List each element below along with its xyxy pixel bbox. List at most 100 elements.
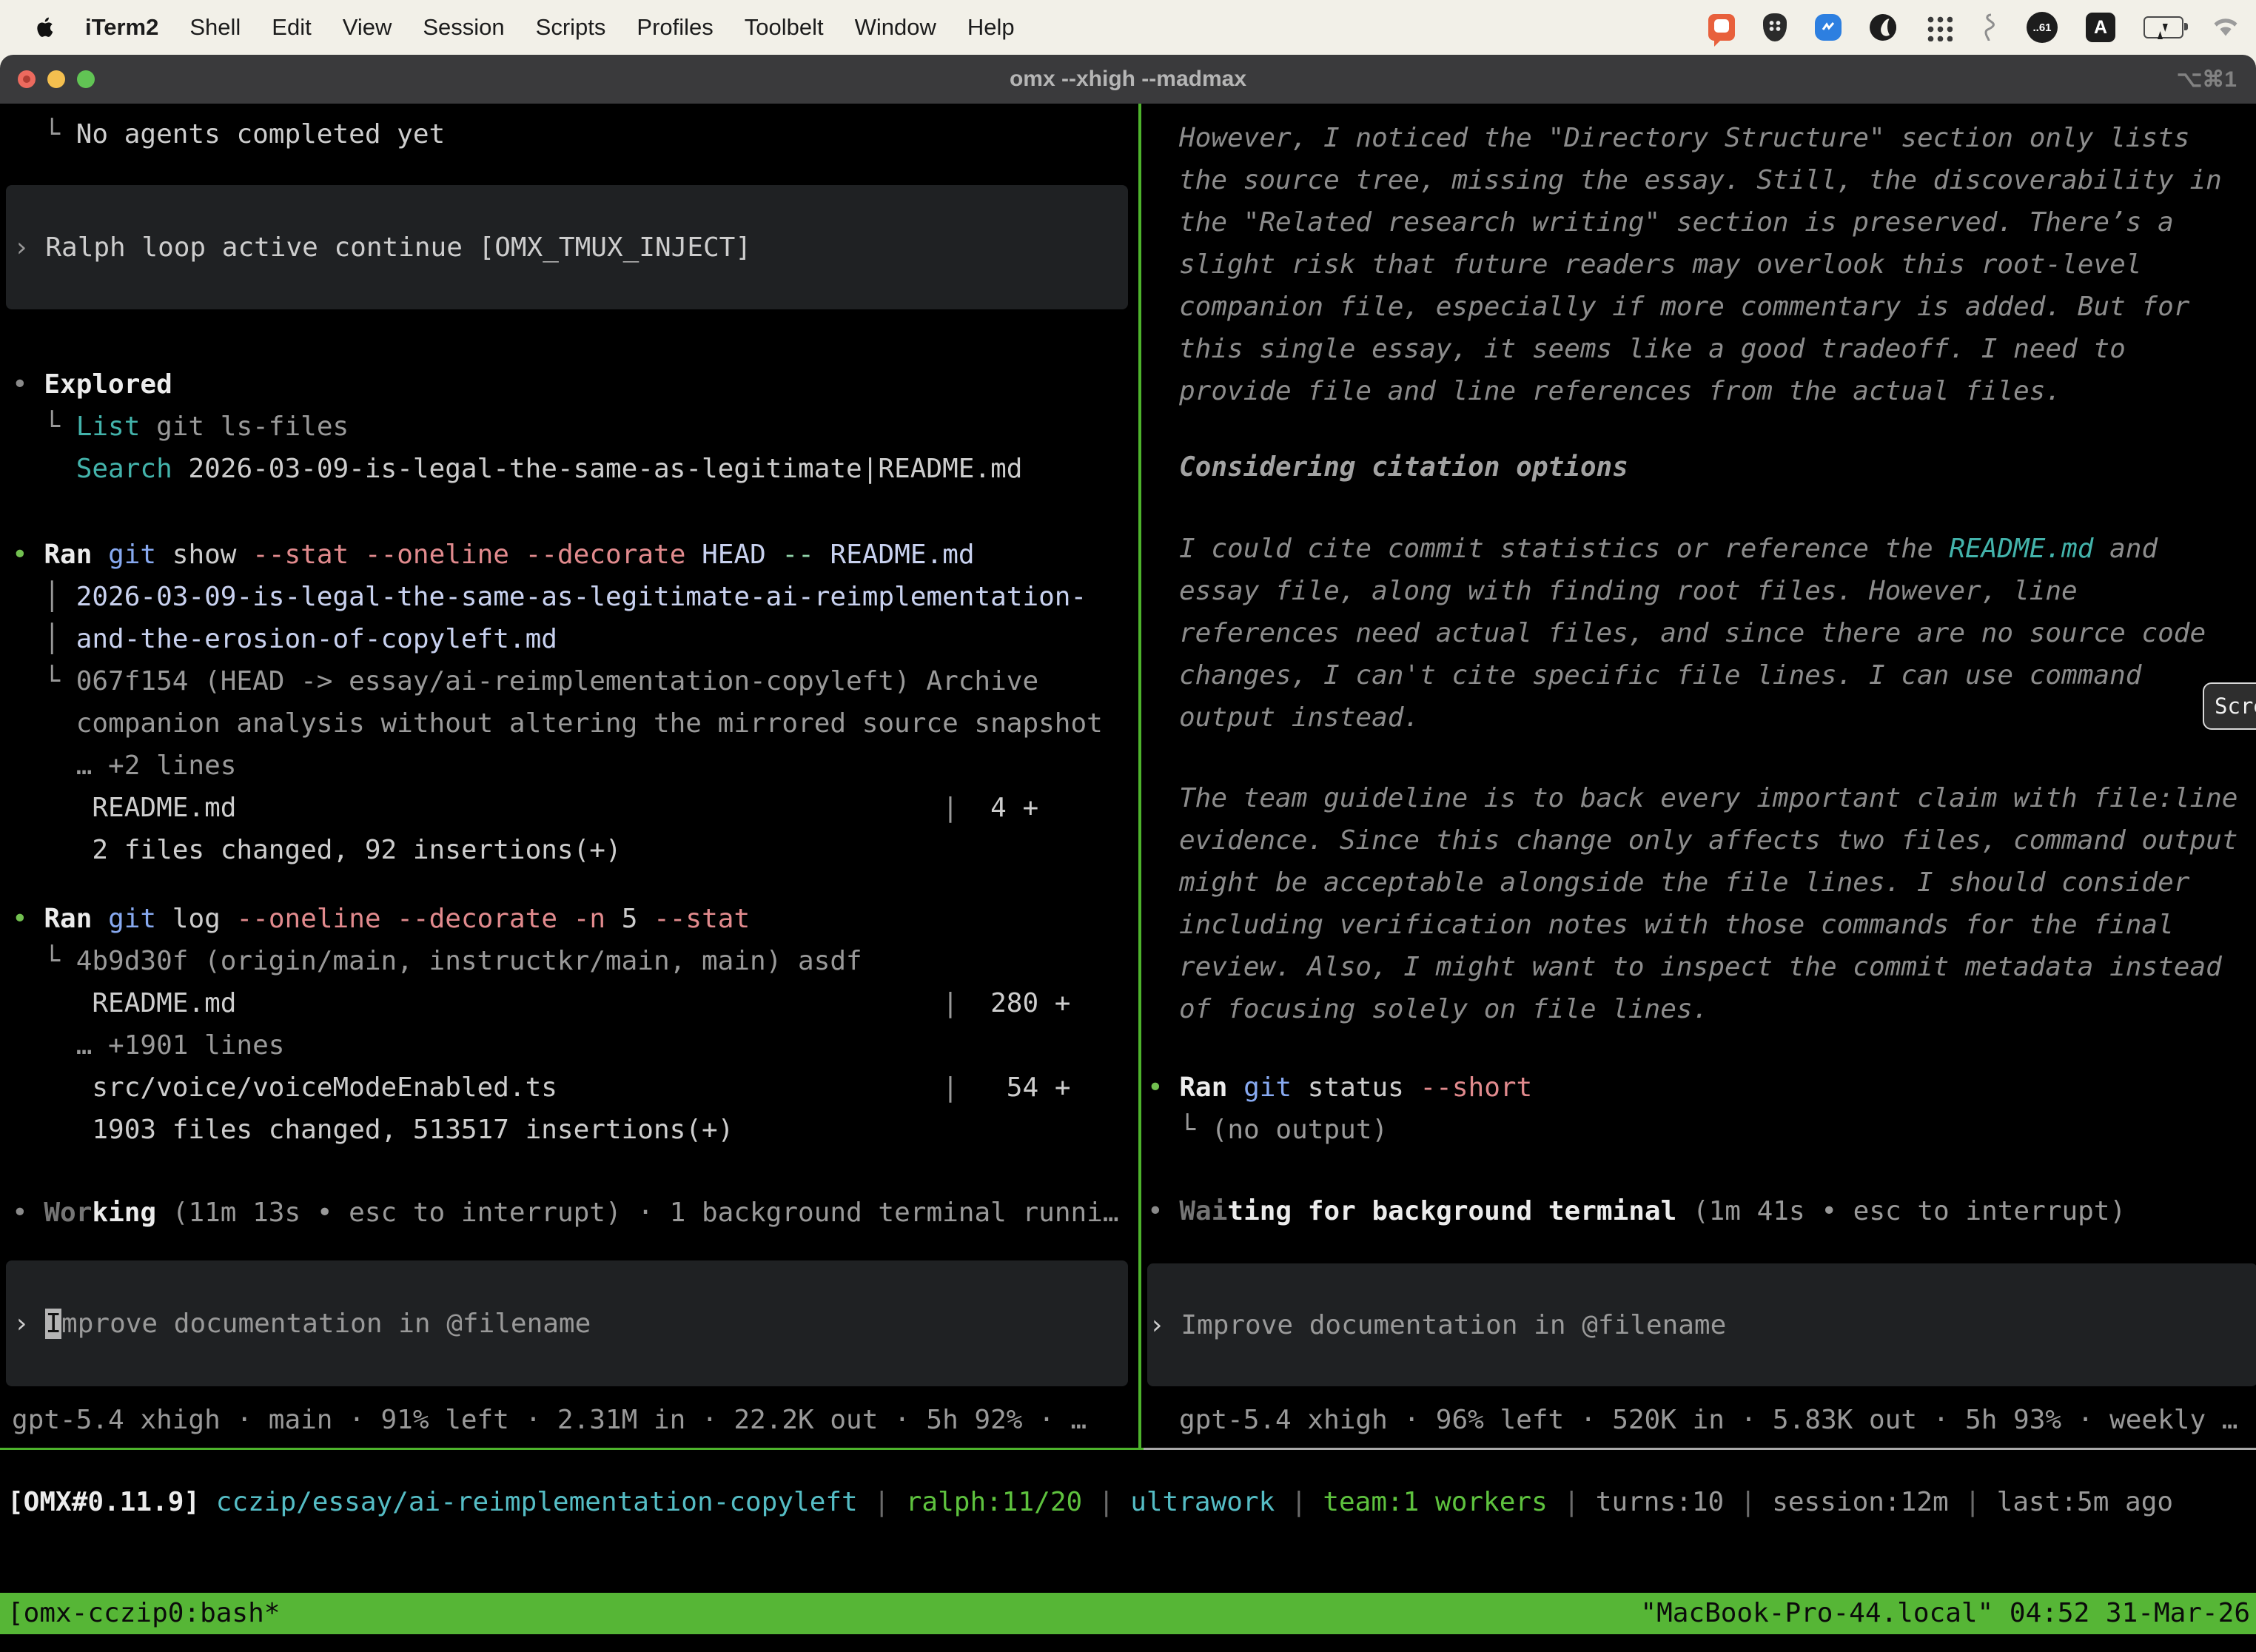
terminal-line: └ No agents completed yet	[12, 113, 445, 155]
text-segment: |	[858, 1487, 906, 1517]
terminal-line: Considering citation options	[1147, 446, 1628, 488]
text-segment: cczip/essay/ai-reimplementation-copyleft	[216, 1487, 858, 1517]
text-segment: log	[156, 904, 236, 934]
text-segment: --stat	[252, 540, 349, 570]
text-segment: ralph:11/20	[906, 1487, 1082, 1517]
text-segment: companion file, especially if more comme…	[1179, 292, 2189, 322]
input-source-icon[interactable]: A	[2086, 13, 2115, 42]
text-segment: I	[45, 1309, 61, 1339]
text-segment: status	[1292, 1072, 1420, 1103]
menu-item-profiles[interactable]: Profiles	[637, 14, 713, 41]
text-segment: references need actual files, and since …	[1179, 618, 2206, 648]
window-titlebar[interactable]: omx --xhigh --madmax ⌥⌘1	[0, 55, 2256, 104]
text-segment: [OMX#0.11.9]	[7, 1487, 216, 1517]
text-segment: mprove documentation in @filename	[61, 1309, 591, 1339]
wifi-icon[interactable]	[2212, 16, 2240, 38]
terminal-line: └ 4b9d30f (origin/main, instructkr/main,…	[12, 940, 1071, 982]
terminal-line: the "Related research writing" section i…	[1147, 201, 2222, 244]
text-segment: --decorate	[397, 904, 557, 934]
text-segment: List	[76, 412, 141, 442]
session-status-left: gpt-5.4 xhigh · main · 91% left · 2.31M …	[0, 1399, 1087, 1441]
text-segment: |	[236, 988, 990, 1018]
terminal-line: │ and-the-erosion-of-copyleft.md	[12, 618, 1103, 660]
menu-item-view[interactable]: View	[343, 14, 392, 41]
menu-item-toolbelt[interactable]: Toolbelt	[745, 14, 824, 41]
terminal-line: gpt-5.4 xhigh · 96% left · 520K in · 5.8…	[1179, 1399, 2237, 1441]
chat-app-icon[interactable]	[1708, 14, 1735, 41]
text-segment: 54 +	[1007, 1072, 1071, 1103]
menu-item-iterm2[interactable]: iTerm2	[85, 14, 158, 41]
text-segment: Wor	[44, 1198, 92, 1228]
terminal-line: including verification notes with those …	[1147, 904, 2237, 946]
terminal-line: README.md | 4 +	[12, 787, 1103, 829]
text-segment: └	[12, 412, 76, 442]
explored-block: • Explored └ List git ls-files Search 20…	[0, 363, 1022, 490]
text-segment: •	[12, 904, 44, 934]
menubar: iTerm2 Shell Edit View Session Scripts Profile…	[0, 0, 2256, 55]
menu-item-session[interactable]: Session	[423, 14, 504, 41]
spark-shield-icon[interactable]	[1815, 14, 1842, 41]
text-segment: team:1 workers	[1323, 1487, 1547, 1517]
terminal-line: … +1901 lines	[12, 1024, 1071, 1067]
text-segment: 2026-03-09-is-legal-the-same-as-legitima…	[76, 582, 1087, 612]
crescent-icon[interactable]	[1870, 14, 1896, 41]
pane-divider[interactable]	[1138, 104, 1141, 1450]
terminal-line: 1903 files changed, 513517 insertions(+)	[12, 1109, 1071, 1151]
text-segment: Search	[76, 454, 172, 484]
terminal-line: • Working (11m 13s • esc to interrupt) ·…	[12, 1192, 1119, 1234]
text-segment: 5	[605, 904, 654, 934]
text-segment: (11m 13s • esc to interrupt) · 1 backgro…	[156, 1198, 1118, 1228]
text-segment: --stat	[654, 904, 750, 934]
text-segment: including verification notes with those …	[1179, 910, 2174, 940]
menu-item-help[interactable]: Help	[967, 14, 1015, 41]
text-segment: |	[1082, 1487, 1130, 1517]
text-segment: No agents completed yet	[76, 119, 446, 150]
text-segment: 1903 files changed, 513517 insertions(+)	[12, 1115, 733, 1145]
text-segment: ting for background terminal	[1227, 1196, 1676, 1226]
prompt-input-right[interactable]: › Improve documentation in @filename	[1147, 1263, 2256, 1386]
battery-icon[interactable]	[2143, 16, 2183, 38]
text-segment: Ran	[44, 540, 92, 570]
text-segment	[92, 904, 108, 934]
menu-item-shell[interactable]: Shell	[189, 14, 241, 41]
text-segment: •	[12, 540, 44, 570]
working-status: • Working (11m 13s • esc to interrupt) ·…	[0, 1192, 1119, 1234]
left-pane[interactable]: └ No agents completed yet › Ralph loop a…	[0, 104, 1138, 1448]
terminal-line: 2 files changed, 92 insertions(+)	[12, 829, 1103, 871]
menu-item-window[interactable]: Window	[855, 14, 936, 41]
text-segment	[814, 540, 830, 570]
text-segment	[509, 540, 526, 570]
text-segment: of focusing solely on file lines.	[1179, 994, 1708, 1024]
terminal-line: review. Also, I might want to inspect th…	[1147, 946, 2237, 988]
text-segment: git	[108, 904, 156, 934]
count-badge-icon[interactable]: ..61	[2027, 12, 2058, 43]
text-segment: |	[1949, 1487, 1997, 1517]
menu-item-edit[interactable]: Edit	[272, 14, 311, 41]
waiting-status: • Waiting for background terminal (1m 41…	[1147, 1190, 2126, 1232]
shield-icon[interactable]	[1763, 13, 1787, 41]
menu-item-scripts[interactable]: Scripts	[536, 14, 606, 41]
terminal-line: the source tree, missing the essay. Stil…	[1147, 159, 2222, 201]
screen-edge-popup[interactable]: Scre	[2203, 682, 2256, 730]
text-segment: Improve documentation in @filename	[1181, 1310, 1726, 1340]
text-segment: -n	[574, 904, 605, 934]
text-segment: evidence. Since this change only affects…	[1179, 825, 2237, 856]
menu-items: iTerm2 Shell Edit View Session Scripts Profile…	[85, 14, 1015, 41]
terminal-line: I could cite commit statistics or refere…	[1147, 528, 2206, 570]
right-pane[interactable]: However, I noticed the "Directory Struct…	[1147, 104, 2256, 1448]
titlebar-wrap: omx --xhigh --madmax ⌥⌘1	[0, 55, 2256, 104]
squiggle-icon[interactable]	[1981, 13, 1998, 42]
prompt-input-left[interactable]: › Improve documentation in @filename	[6, 1260, 1128, 1386]
terminal-line: • Ran git log --oneline --decorate -n 5 …	[12, 898, 1071, 940]
apple-logo-icon[interactable]	[36, 16, 56, 38]
text-segment: •	[1147, 1196, 1179, 1226]
text-segment: --oneline	[365, 540, 509, 570]
tmux-host-clock: "MacBook-Pro-44.local" 04:52 31-Mar-26	[1640, 1593, 2256, 1634]
terminal-line: └ (no output)	[1147, 1109, 1532, 1151]
text-segment	[381, 904, 397, 934]
text-segment: The team guideline is to back every impo…	[1179, 783, 2237, 813]
dots-grid-icon[interactable]	[1924, 13, 1953, 41]
text-segment: README.md	[830, 540, 975, 570]
terminal-line: gpt-5.4 xhigh · main · 91% left · 2.31M …	[12, 1399, 1087, 1441]
terminal-line: of focusing solely on file lines.	[1147, 988, 2237, 1030]
